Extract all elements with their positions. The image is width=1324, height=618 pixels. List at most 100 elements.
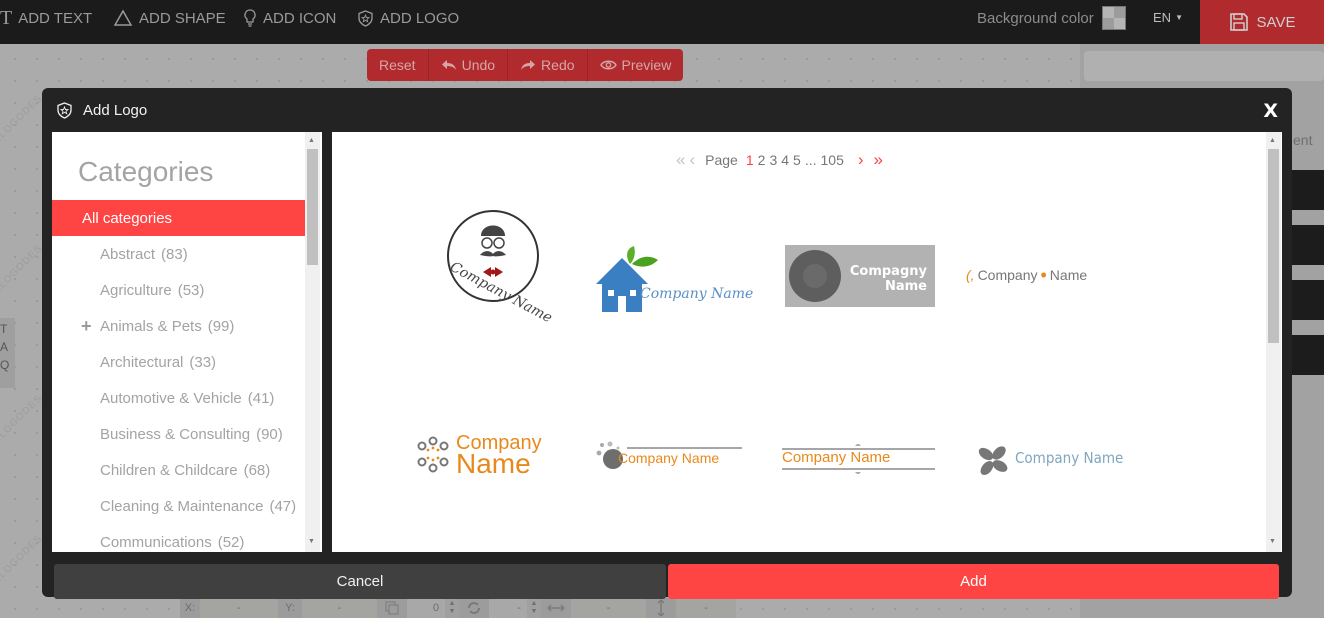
page-link[interactable]: 2 — [758, 152, 766, 168]
category-item[interactable]: Architectural (33) — [52, 344, 305, 380]
cancel-button[interactable]: Cancel — [54, 564, 666, 599]
redo-button[interactable]: Redo — [508, 49, 588, 81]
width-icon — [541, 598, 571, 618]
background-color-control[interactable]: Background color — [977, 0, 1126, 36]
layer-icon — [377, 598, 407, 618]
layer-stepper[interactable]: ▲ ▼ — [445, 598, 459, 618]
category-item[interactable]: Communications (52) — [52, 524, 305, 552]
next-page-icon[interactable]: › — [858, 150, 864, 170]
page-link[interactable]: 3 — [769, 152, 777, 168]
properties-input[interactable] — [1084, 51, 1324, 81]
logos-panel: « ‹ Page 1 2 3 4 5 ... 105 › » Company N — [332, 132, 1282, 552]
close-button[interactable]: X — [1263, 100, 1278, 122]
save-button[interactable]: SAVE — [1200, 0, 1324, 44]
y-label: Y: — [278, 598, 302, 618]
category-item[interactable]: Cleaning & Maintenance (47) — [52, 488, 305, 524]
triangle-icon — [113, 9, 133, 26]
add-button[interactable]: Add — [668, 564, 1279, 599]
rotate-stepper[interactable]: ▲ ▼ — [527, 598, 541, 618]
house-logo-graphic: Company Name — [596, 246, 753, 312]
category-item[interactable]: All categories — [52, 200, 305, 236]
rotate-input[interactable]: - — [489, 598, 527, 618]
pagination: « ‹ Page 1 2 3 4 5 ... 105 › » — [676, 150, 883, 170]
categories-scrollbar[interactable]: ▲ ▼ — [305, 132, 320, 552]
category-item[interactable]: Automotive & Vehicle (41) — [52, 380, 305, 416]
category-item[interactable]: Business & Consulting (90) — [52, 416, 305, 452]
category-item[interactable]: + Animals & Pets (99) — [52, 308, 305, 344]
y-input[interactable]: - — [302, 598, 377, 618]
logo-thumbnail[interactable]: Company Name — [782, 444, 936, 474]
text-icon: T — [0, 6, 13, 29]
page-ellipsis: ... — [804, 152, 817, 168]
properties-row[interactable] — [1292, 280, 1324, 320]
add-logo-button[interactable]: ADD LOGO — [357, 0, 459, 36]
category-item[interactable]: Children & Childcare (68) — [52, 452, 305, 488]
scroll-down-icon[interactable]: ▼ — [1269, 538, 1276, 545]
add-text-button[interactable]: T ADD TEXT — [0, 0, 92, 36]
scroll-down-icon[interactable]: ▼ — [308, 538, 315, 545]
preview-button[interactable]: Preview — [588, 49, 684, 81]
eye-icon — [599, 60, 617, 70]
history-toolbar: Reset Undo Redo Preview — [367, 49, 684, 81]
svg-text:Company Name: Company Name — [640, 286, 753, 302]
layer-input[interactable]: 0 — [407, 598, 445, 618]
category-item[interactable]: Abstract (83) — [52, 236, 305, 272]
height-input[interactable]: - — [676, 598, 736, 618]
svg-text:Company Name: Company Name — [447, 259, 555, 326]
canvas-watermark: ELOGODES — [0, 92, 45, 147]
reset-button[interactable]: Reset — [367, 49, 429, 81]
side-tab[interactable]: T A Q — [0, 318, 15, 388]
page-label: Page — [705, 152, 738, 168]
add-shape-button[interactable]: ADD SHAPE — [113, 0, 226, 36]
page-link[interactable]: 5 — [793, 152, 801, 168]
scroll-up-icon[interactable]: ▲ — [308, 137, 315, 144]
shield-star-icon — [57, 101, 72, 119]
prev-page-icon[interactable]: ‹ — [689, 150, 695, 170]
dots-logo-graphic — [417, 436, 449, 473]
page-link[interactable]: 1 — [746, 152, 754, 168]
last-page-link[interactable]: 105 — [821, 152, 844, 168]
modal-header: Add Logo — [56, 98, 147, 122]
undo-button[interactable]: Undo — [429, 49, 509, 81]
undo-icon — [441, 60, 456, 70]
logo-thumbnail[interactable]: Company Name — [594, 244, 759, 314]
position-bar: X: - Y: - 0 ▲ ▼ - ▲ ▼ - - — [180, 598, 770, 618]
redo-icon — [521, 60, 536, 70]
logo-thumbnail[interactable]: Company Name — [596, 440, 758, 480]
canvas-watermark: ELOGODES — [0, 532, 45, 587]
language-dropdown[interactable]: EN ▼ — [1153, 0, 1183, 34]
caret-down-icon: ▼ — [1175, 12, 1183, 22]
scrollbar-thumb[interactable] — [307, 149, 318, 265]
shield-star-icon — [358, 9, 373, 27]
rotate-icon — [459, 598, 489, 618]
scroll-up-icon[interactable]: ▲ — [1269, 137, 1276, 144]
add-icon-button[interactable]: ADD ICON — [243, 0, 336, 36]
background-color-swatch[interactable] — [1101, 6, 1126, 30]
properties-row[interactable] — [1292, 335, 1324, 375]
category-item[interactable]: Agriculture (53) — [52, 272, 305, 308]
logo-thumbnail[interactable]: Company Name — [417, 206, 562, 346]
properties-row[interactable] — [1292, 225, 1324, 265]
categories-title: Categories — [78, 156, 214, 187]
page-link[interactable]: 4 — [781, 152, 789, 168]
mustache-logo-graphic: Company Name — [447, 210, 555, 326]
logo-thumbnail[interactable]: (, Company • Name — [966, 262, 1126, 288]
bracket-mark: (, — [966, 267, 975, 283]
logos-scrollbar[interactable]: ▲ ▼ — [1266, 132, 1281, 552]
top-toolbar: T ADD TEXT ADD SHAPE ADD ICON ADD LOGO B… — [0, 0, 1324, 44]
logo-thumbnail[interactable]: Compagny Name — [785, 245, 935, 307]
logo-thumbnail[interactable]: Company Name — [975, 442, 1125, 478]
properties-row[interactable] — [1292, 170, 1324, 210]
scrollbar-thumb[interactable] — [1268, 149, 1279, 343]
expand-plus-icon[interactable]: + — [81, 316, 92, 337]
categories-panel: Categories All categories Abstract (83) A… — [52, 132, 322, 552]
first-page-icon[interactable]: « — [676, 150, 685, 170]
logo-thumbnail[interactable]: Company Name — [414, 432, 574, 478]
add-logo-modal: Add Logo X Categories All categories Abs… — [42, 88, 1292, 599]
last-page-icon[interactable]: » — [874, 150, 883, 170]
modal-title: Add Logo — [83, 101, 148, 119]
width-input[interactable]: - — [571, 598, 646, 618]
propeller-logo-graphic — [978, 446, 1008, 475]
x-label: X: — [180, 598, 200, 618]
x-input[interactable]: - — [200, 598, 278, 618]
